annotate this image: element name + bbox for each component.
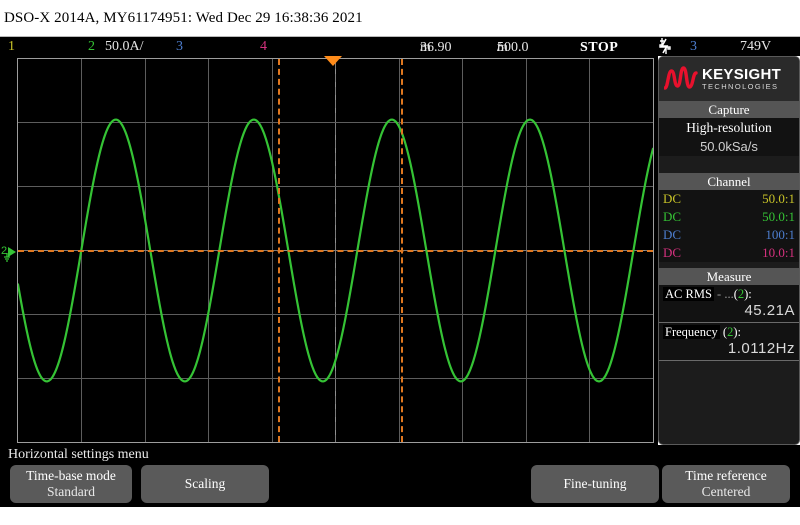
measurement-frequency-source: 2 (727, 325, 734, 339)
softkey-fine-tuning-line1: Fine-tuning (563, 476, 627, 491)
graticule (17, 58, 654, 443)
channel-row-3[interactable]: DC 100:1 (659, 226, 799, 244)
channel-row-1[interactable]: DC 50.0:1 (659, 190, 799, 208)
softkey-time-base-mode[interactable]: Time-base mode Standard (10, 465, 132, 503)
status-run-state[interactable]: STOP (580, 39, 618, 57)
softkey-time-base-mode-line1: Time-base mode (26, 468, 116, 483)
softkey-time-reference[interactable]: Time reference Centered (662, 465, 790, 503)
oscilloscope-screen: DSO-X 2014A, MY61174951: Wed Dec 29 16:3… (0, 0, 800, 525)
right-info-sidebar: KEYSIGHT TECHNOLOGIES Capture High-resol… (658, 56, 800, 445)
softkey-scaling-line1: Scaling (184, 476, 226, 491)
vertical-cursor-a[interactable] (278, 59, 280, 442)
keysight-brand: KEYSIGHT (702, 66, 782, 83)
capture-section-heading: Capture (659, 101, 799, 118)
channel-3-probe: 100:1 (765, 227, 795, 242)
softkey-time-base-mode-line2: Standard (47, 484, 95, 499)
channel-2-coupling: DC (663, 209, 682, 224)
channel-3-coupling: DC (663, 227, 682, 242)
status-channel-1-label[interactable]: 1 (8, 38, 15, 56)
channel-row-4[interactable]: DC 10.0:1 (659, 244, 799, 262)
measurement-frequency-value: 1.0112Hz (727, 340, 795, 357)
measurement-ac-rms[interactable]: AC RMS - ...(2): 45.21A (659, 285, 799, 323)
screen-bottom-margin (0, 507, 800, 525)
instrument-title-bar: DSO-X 2014A, MY61174951: Wed Dec 29 16:3… (0, 0, 800, 36)
channel-panel[interactable]: DC 50.0:1 DC 50.0:1 DC 100:1 DC 10.0:1 (659, 190, 799, 262)
keysight-logo-text: KEYSIGHT TECHNOLOGIES (702, 67, 781, 91)
channel-4-probe: 10.0:1 (762, 245, 795, 260)
measure-section-heading: Measure (659, 268, 799, 285)
bottom-menu-title: Horizontal settings menu (8, 447, 149, 462)
keysight-wave-logo-icon (664, 66, 698, 90)
softkey-fine-tuning[interactable]: Fine-tuning (531, 465, 659, 503)
top-status-bar: 1 2 50.0A/ 3 4 36.90ms 500.0ms/ STOP 3 7… (0, 36, 800, 73)
status-trigger-source[interactable]: 3 (690, 38, 697, 56)
measurement-ac-rms-name: AC RMS (663, 287, 714, 301)
softkey-time-reference-line2: Centered (701, 484, 751, 499)
capture-sample-rate: 50.0kSa/s (700, 139, 758, 154)
softkey-time-reference-line1: Time reference (685, 468, 767, 483)
channel-4-coupling: DC (663, 245, 682, 260)
waveform-display-area[interactable]: 2 (0, 56, 658, 445)
measurement-ac-rms-label: AC RMS - ...(2): (663, 287, 752, 301)
channel-section-heading: Channel (659, 173, 799, 190)
status-channel-4-label[interactable]: 4 (260, 38, 267, 56)
measurement-ac-rms-source: 2 (737, 287, 745, 301)
measurement-frequency-name: Frequency (663, 325, 720, 339)
channel-1-probe: 50.0:1 (762, 191, 795, 206)
capture-mode: High-resolution (686, 120, 772, 135)
ground-level-arrow-icon (8, 247, 16, 257)
status-channel-3-label[interactable]: 3 (176, 38, 183, 56)
keysight-tagline: TECHNOLOGIES (702, 82, 779, 91)
status-channel-2-scale[interactable]: 50.0A/ (105, 38, 144, 56)
status-channel-2-label[interactable]: 2 (88, 38, 95, 56)
measurement-frequency[interactable]: Frequency (2): 1.0112Hz (659, 323, 799, 361)
trigger-bolt-icon-svg (659, 38, 671, 54)
vertical-cursor-b[interactable] (401, 59, 403, 442)
softkey-scaling[interactable]: Scaling (141, 465, 269, 503)
measure-panel[interactable]: AC RMS - ...(2): 45.21A Frequency (2): 1… (659, 285, 799, 361)
measurement-frequency-label: Frequency (2): (663, 325, 741, 339)
bottom-softkey-bar: Horizontal settings menu Time-base mode … (0, 445, 800, 507)
keysight-logo: KEYSIGHT TECHNOLOGIES (659, 57, 799, 101)
channel-2-probe: 50.0:1 (762, 209, 795, 224)
capture-panel[interactable]: High-resolution 50.0kSa/s (659, 118, 799, 156)
channel-row-2[interactable]: DC 50.0:1 (659, 208, 799, 226)
measurement-ac-rms-qualifier: - ... (717, 287, 734, 301)
trigger-position-triangle-icon[interactable] (324, 56, 342, 66)
channel-1-coupling: DC (663, 191, 682, 206)
measurement-ac-rms-value: 45.21A (744, 302, 795, 319)
status-trigger-level[interactable]: 749V (740, 38, 771, 56)
horizontal-cursor[interactable] (18, 250, 653, 252)
